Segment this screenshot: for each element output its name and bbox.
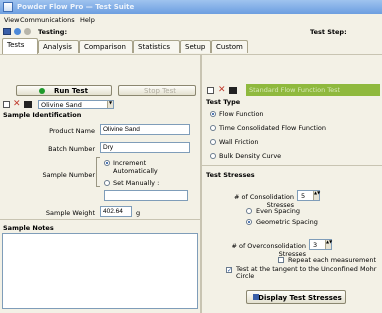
tab-comparison[interactable]: Comparison — [79, 40, 133, 53]
increment-label: Increment Automatically — [113, 159, 158, 175]
display-test-stresses-button[interactable]: Display Test Stresses — [246, 290, 346, 304]
consolidation-stresses-value: 5 — [301, 192, 306, 200]
batch-number-input[interactable] — [100, 142, 190, 153]
test-type-select[interactable]: Standard Flow Function Test — [246, 84, 380, 96]
product-name-input[interactable] — [100, 124, 190, 135]
tangent-checkbox[interactable]: ✓ — [226, 267, 232, 274]
sample-weight-input[interactable] — [100, 206, 132, 217]
test-type-flow-function: Flow Function — [219, 110, 264, 118]
set-manually-label: Set Manually : — [113, 179, 160, 187]
run-icon — [39, 88, 45, 94]
tab-custom[interactable]: Custom — [211, 40, 248, 53]
overconsolidation-stresses-stepper[interactable]: 3 ▲▼ — [309, 239, 332, 250]
test-type-radio-bulk-density[interactable] — [210, 153, 216, 159]
test-step-label: Test Step: — [310, 28, 347, 36]
consolidation-stresses-stepper[interactable]: 5 ▲▼ — [297, 190, 320, 201]
menu-help[interactable]: Help — [80, 16, 95, 24]
tab-setup[interactable]: Setup — [180, 40, 211, 53]
tab-bar: Tests Analysis Comparison Statistics Set… — [0, 38, 382, 54]
display-test-stresses-label: Display Test Stresses — [258, 294, 342, 302]
connect-icon[interactable] — [14, 28, 21, 35]
tab-statistics[interactable]: Statistics — [133, 40, 180, 53]
save-sample-icon[interactable] — [24, 101, 32, 108]
test-type-radio-wall-friction[interactable] — [210, 139, 216, 145]
increment-radio[interactable] — [104, 160, 110, 166]
overconsolidation-stresses-value: 3 — [313, 241, 318, 249]
batch-number-label: Batch Number — [48, 145, 95, 153]
weight-unit: g — [136, 209, 141, 217]
test-type-title: Test Type — [206, 98, 241, 106]
sample-number-label: Sample Number — [42, 171, 95, 179]
save-test-icon[interactable] — [229, 87, 237, 94]
test-type-time-consolidated: Time Consolidated Flow Function — [219, 124, 326, 132]
notes-divider — [0, 219, 200, 220]
tab-tests[interactable]: Tests — [2, 38, 38, 54]
product-name-label: Product Name — [49, 127, 95, 135]
sample-weight-label: Sample Weight — [45, 209, 95, 217]
app-icon — [3, 2, 13, 12]
repeat-checkbox[interactable] — [278, 257, 284, 263]
tangent-label: Test at the tangent to the Unconfined Mo… — [236, 266, 382, 280]
sample-notes-textarea[interactable] — [2, 233, 198, 309]
geometric-spacing-label: Geometric Spacing — [256, 218, 318, 226]
tangent-label-line2: Circle — [236, 272, 255, 280]
test-type-select-value: Standard Flow Function Test — [249, 86, 341, 94]
title-bar: Powder Flow Pro — Test Suite — [0, 0, 382, 14]
geometric-spacing-radio[interactable] — [246, 219, 252, 225]
sample-select-value: Olivine Sand — [41, 101, 82, 109]
even-spacing-label: Even Spacing — [256, 207, 300, 215]
tab-analysis[interactable]: Analysis — [38, 40, 79, 53]
menu-view[interactable]: View — [4, 16, 19, 24]
status-light-icon — [24, 28, 31, 35]
run-test-label: Run Test — [54, 87, 88, 95]
set-manually-radio[interactable] — [104, 180, 110, 186]
stepper-arrows-icon[interactable]: ▲▼ — [313, 191, 320, 200]
window-title: Powder Flow Pro — Test Suite — [17, 3, 135, 11]
new-test-icon[interactable] — [207, 87, 214, 94]
run-test-button[interactable]: Run Test — [16, 85, 112, 96]
chevron-down-icon: ▼ — [107, 101, 113, 108]
test-type-bulk-density: Bulk Density Curve — [219, 152, 282, 160]
test-type-wall-friction: Wall Friction — [219, 138, 259, 146]
sample-select[interactable]: Olivine Sand ▼ — [38, 100, 114, 109]
sample-identification-title: Sample Identification — [3, 111, 82, 119]
menu-bar: View Communications Help — [0, 14, 382, 25]
tangent-label-line1: Test at the tangent to the Unconfined Mo… — [236, 265, 377, 273]
testing-label: Testing: — [38, 28, 68, 36]
menu-communications[interactable]: Communications — [20, 16, 75, 24]
display-icon — [253, 294, 259, 300]
stop-test-button[interactable]: Stop Test — [118, 85, 196, 96]
stresses-divider — [202, 165, 382, 166]
new-sample-icon[interactable] — [3, 101, 10, 108]
test-type-radio-flow-function[interactable] — [210, 111, 216, 117]
test-type-radio-time-consolidated[interactable] — [210, 125, 216, 131]
even-spacing-radio[interactable] — [246, 208, 252, 214]
repeat-label: Repeat each measurement — [288, 256, 377, 264]
stepper-arrows-icon[interactable]: ▲▼ — [325, 240, 332, 249]
grid-icon[interactable] — [3, 28, 11, 35]
stop-test-label: Stop Test — [144, 87, 176, 95]
sample-notes-title: Sample Notes — [3, 224, 54, 232]
toolbar: Testing: Test Step: — [0, 25, 382, 39]
delete-test-icon[interactable]: ✕ — [218, 85, 226, 95]
manual-sample-number-input[interactable] — [104, 190, 188, 201]
test-stresses-title: Test Stresses — [206, 171, 255, 179]
delete-sample-icon[interactable]: ✕ — [13, 99, 21, 109]
sample-number-bracket — [96, 157, 100, 187]
